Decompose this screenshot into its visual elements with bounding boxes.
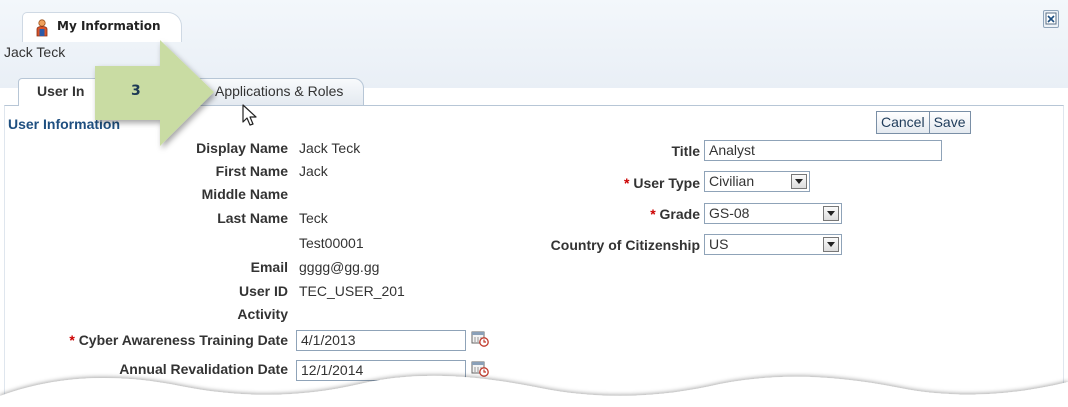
user-type-label: * User Type [624, 175, 700, 191]
grade-select[interactable]: GS-08 [704, 203, 842, 224]
first-name-label: First Name [215, 163, 288, 179]
user-type-value: Civilian [709, 173, 755, 189]
grade-value: GS-08 [709, 205, 750, 221]
chevron-down-icon [823, 237, 839, 252]
page-tab-label: My Information [57, 19, 161, 33]
title-input[interactable]: Analyst [704, 140, 942, 161]
close-window-button[interactable] [1043, 10, 1059, 28]
current-user-name: Jack Teck [4, 44, 66, 60]
country-of-citizenship-select[interactable]: US [704, 234, 842, 255]
cyber-awareness-date-label-text: Cyber Awareness Training Date [78, 332, 288, 348]
required-marker: * [69, 332, 75, 348]
form-actions: Cancel Save [876, 111, 971, 134]
country-of-citizenship-value: US [709, 236, 729, 252]
callout-step-number: 3 [131, 83, 141, 99]
display-name-value: Jack Teck [299, 140, 361, 156]
first-name-value: Jack [299, 163, 328, 179]
user-type-select[interactable]: Civilian [704, 171, 810, 192]
calendar-icon[interactable] [471, 330, 489, 347]
chevron-down-icon [823, 206, 839, 221]
last-name-label: Last Name [217, 210, 288, 226]
page-tab-my-information[interactable]: My Information [22, 12, 182, 42]
grade-label-text: Grade [659, 206, 700, 222]
user-id-value: TEC_USER_201 [299, 283, 405, 299]
torn-edge-decoration [0, 375, 1068, 407]
email-label: Email [250, 259, 288, 275]
save-button[interactable]: Save [929, 111, 971, 134]
cyber-awareness-date-input[interactable]: 4/1/2013 [296, 330, 466, 351]
last-name-value: Teck [299, 210, 328, 226]
activity-label: Activity [237, 306, 288, 322]
tab-applications-roles[interactable]: Applications & Roles [196, 78, 364, 106]
country-of-citizenship-label: Country of Citizenship [550, 237, 700, 253]
required-marker: * [650, 206, 656, 222]
close-window-icon [1045, 12, 1057, 25]
extra-value-line: Test00001 [299, 235, 364, 251]
cyber-awareness-date-label: * Cyber Awareness Training Date [69, 332, 288, 348]
email-value: gggg@gg.gg [299, 259, 380, 275]
grade-label: * Grade [650, 206, 700, 222]
tab-user-information-label: User In [37, 83, 85, 99]
chevron-down-icon [791, 174, 807, 189]
section-title: User Information [8, 116, 121, 132]
cancel-button[interactable]: Cancel [876, 111, 930, 134]
user-id-label: User ID [238, 283, 288, 299]
required-marker: * [623, 175, 630, 191]
display-name-label: Display Name [196, 140, 288, 156]
middle-name-label: Middle Name [201, 186, 288, 202]
tab-user-information[interactable]: User In [18, 78, 198, 106]
title-label: Title [671, 143, 700, 159]
user-icon [36, 19, 48, 37]
user-type-label-text: User Type [633, 175, 700, 191]
tab-applications-roles-label: Applications & Roles [215, 83, 344, 99]
mouse-pointer-icon [242, 104, 257, 126]
